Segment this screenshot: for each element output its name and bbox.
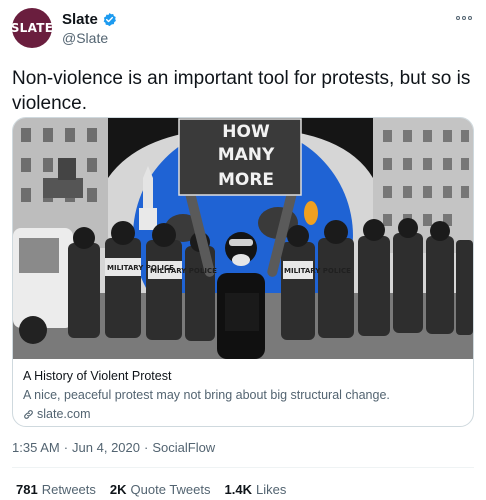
vest-text-2: MILITARY POLICE	[150, 267, 217, 275]
handle[interactable]: @Slate	[62, 30, 108, 46]
tweet-source[interactable]: SocialFlow	[152, 440, 215, 455]
verified-badge-icon	[103, 12, 116, 27]
retweets-count: 781	[16, 482, 38, 497]
retweets-stat[interactable]: 781 Retweets	[16, 482, 96, 497]
quote-tweets-stat[interactable]: 2K Quote Tweets	[110, 482, 211, 497]
more-options-icon[interactable]	[456, 14, 472, 22]
likes-count: 1.4K	[224, 482, 252, 497]
divider	[12, 467, 474, 468]
sign-line-3: MORE	[218, 170, 274, 190]
tweet-text: Non-violence is an important tool for pr…	[12, 68, 471, 114]
vest-text-3: MILITARY POLICE	[284, 267, 351, 275]
tweet-meta: 1:35 AM · Jun 4, 2020 · SocialFlow	[12, 440, 215, 455]
link-card[interactable]: HOW MANY MORE MILITARY POLICE MILITARY P…	[12, 117, 474, 427]
tweet-time[interactable]: 1:35 AM	[12, 440, 60, 455]
card-description: A nice, peaceful protest may not bring a…	[23, 388, 390, 402]
quote-tweets-count: 2K	[109, 482, 127, 497]
avatar[interactable]: SLATE	[11, 8, 53, 48]
meta-separator: ·	[63, 440, 69, 455]
name-row: Slate	[62, 11, 117, 28]
engagement-stats: 781 Retweets 2K Quote Tweets 1.4K Likes	[16, 482, 286, 497]
quote-tweets-label: Quote Tweets	[130, 482, 211, 497]
link-icon	[24, 409, 33, 419]
card-domain-text: slate.com	[37, 407, 91, 421]
sign-line-2: MANY	[218, 145, 275, 165]
tweet-header: SLATE Slate @Slate	[11, 8, 474, 52]
retweets-label: Retweets	[41, 482, 96, 497]
tweet-date[interactable]: Jun 4, 2020	[72, 440, 140, 455]
card-title[interactable]: A History of Violent Protest	[23, 369, 171, 383]
card-domain[interactable]: slate.com	[23, 407, 91, 421]
likes-label: Likes	[255, 482, 287, 497]
likes-stat[interactable]: 1.4K Likes	[225, 482, 287, 497]
meta-separator: ·	[144, 440, 149, 455]
display-name[interactable]: Slate	[62, 11, 98, 28]
sign-line-1: HOW	[222, 122, 270, 142]
card-image[interactable]: HOW MANY MORE MILITARY POLICE MILITARY P…	[13, 118, 473, 359]
